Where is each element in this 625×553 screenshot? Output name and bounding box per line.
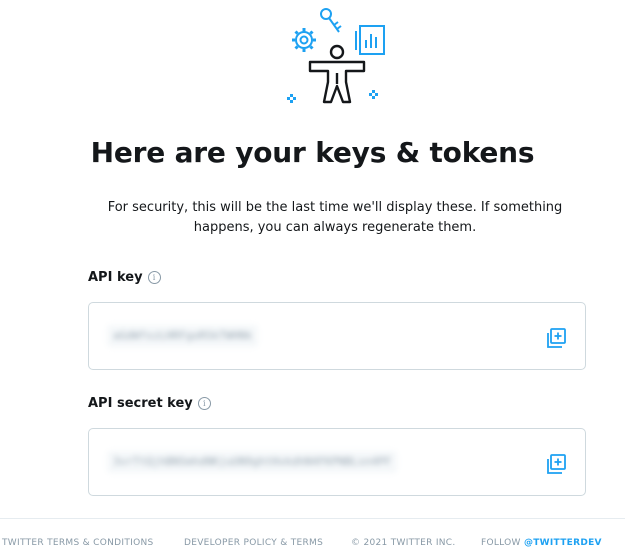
key-icon — [320, 8, 342, 33]
follow-label: FOLLOW — [481, 538, 521, 548]
api-secret-key-label: API secret key — [88, 396, 193, 411]
twitterdev-handle[interactable]: @TWITTERDEV — [524, 538, 602, 548]
api-key-value: aGdWfxzLHRFgoRSkTWHNk — [107, 325, 259, 347]
copyright-text: © 2021 TWITTER INC. — [351, 538, 456, 548]
api-secret-key-value: 3vrTtQjhBNSmhdNKjuUN9ghtHvkdhN4FKPNBLsn4… — [107, 451, 398, 473]
api-secret-key-label-row: API secret key i — [88, 396, 211, 411]
security-notice: For security, this will be the last time… — [107, 200, 563, 235]
info-icon[interactable]: i — [197, 397, 211, 410]
developer-policy-link[interactable]: DEVELOPER POLICY & TERMS — [184, 538, 323, 548]
person-icon — [308, 44, 366, 104]
api-key-label: API key — [88, 270, 143, 285]
gear-icon — [292, 28, 316, 52]
api-secret-key-field: 3vrTtQjhBNSmhdNKjuUN9ghtHvkdhN4FKPNBLsn4… — [88, 428, 586, 496]
terms-link[interactable]: TWITTER TERMS & CONDITIONS — [2, 538, 154, 548]
api-key-label-row: API key i — [88, 270, 161, 285]
info-icon[interactable]: i — [147, 271, 161, 284]
bar-chart-icon — [355, 25, 385, 55]
footer: TWITTER TERMS & CONDITIONS DEVELOPER POL… — [0, 538, 625, 552]
developer-keys-illustration-icon — [287, 8, 385, 104]
page-title: Here are your keys & tokens — [90, 136, 535, 169]
hero-illustration — [0, 0, 625, 110]
api-key-field: aGdWfxzLHRFgoRSkTWHNk — [88, 302, 586, 370]
copy-icon[interactable] — [545, 453, 567, 475]
follow-link[interactable]: FOLLOW @TWITTERDEV — [481, 538, 602, 548]
footer-divider — [0, 518, 625, 519]
copy-icon[interactable] — [545, 327, 567, 349]
